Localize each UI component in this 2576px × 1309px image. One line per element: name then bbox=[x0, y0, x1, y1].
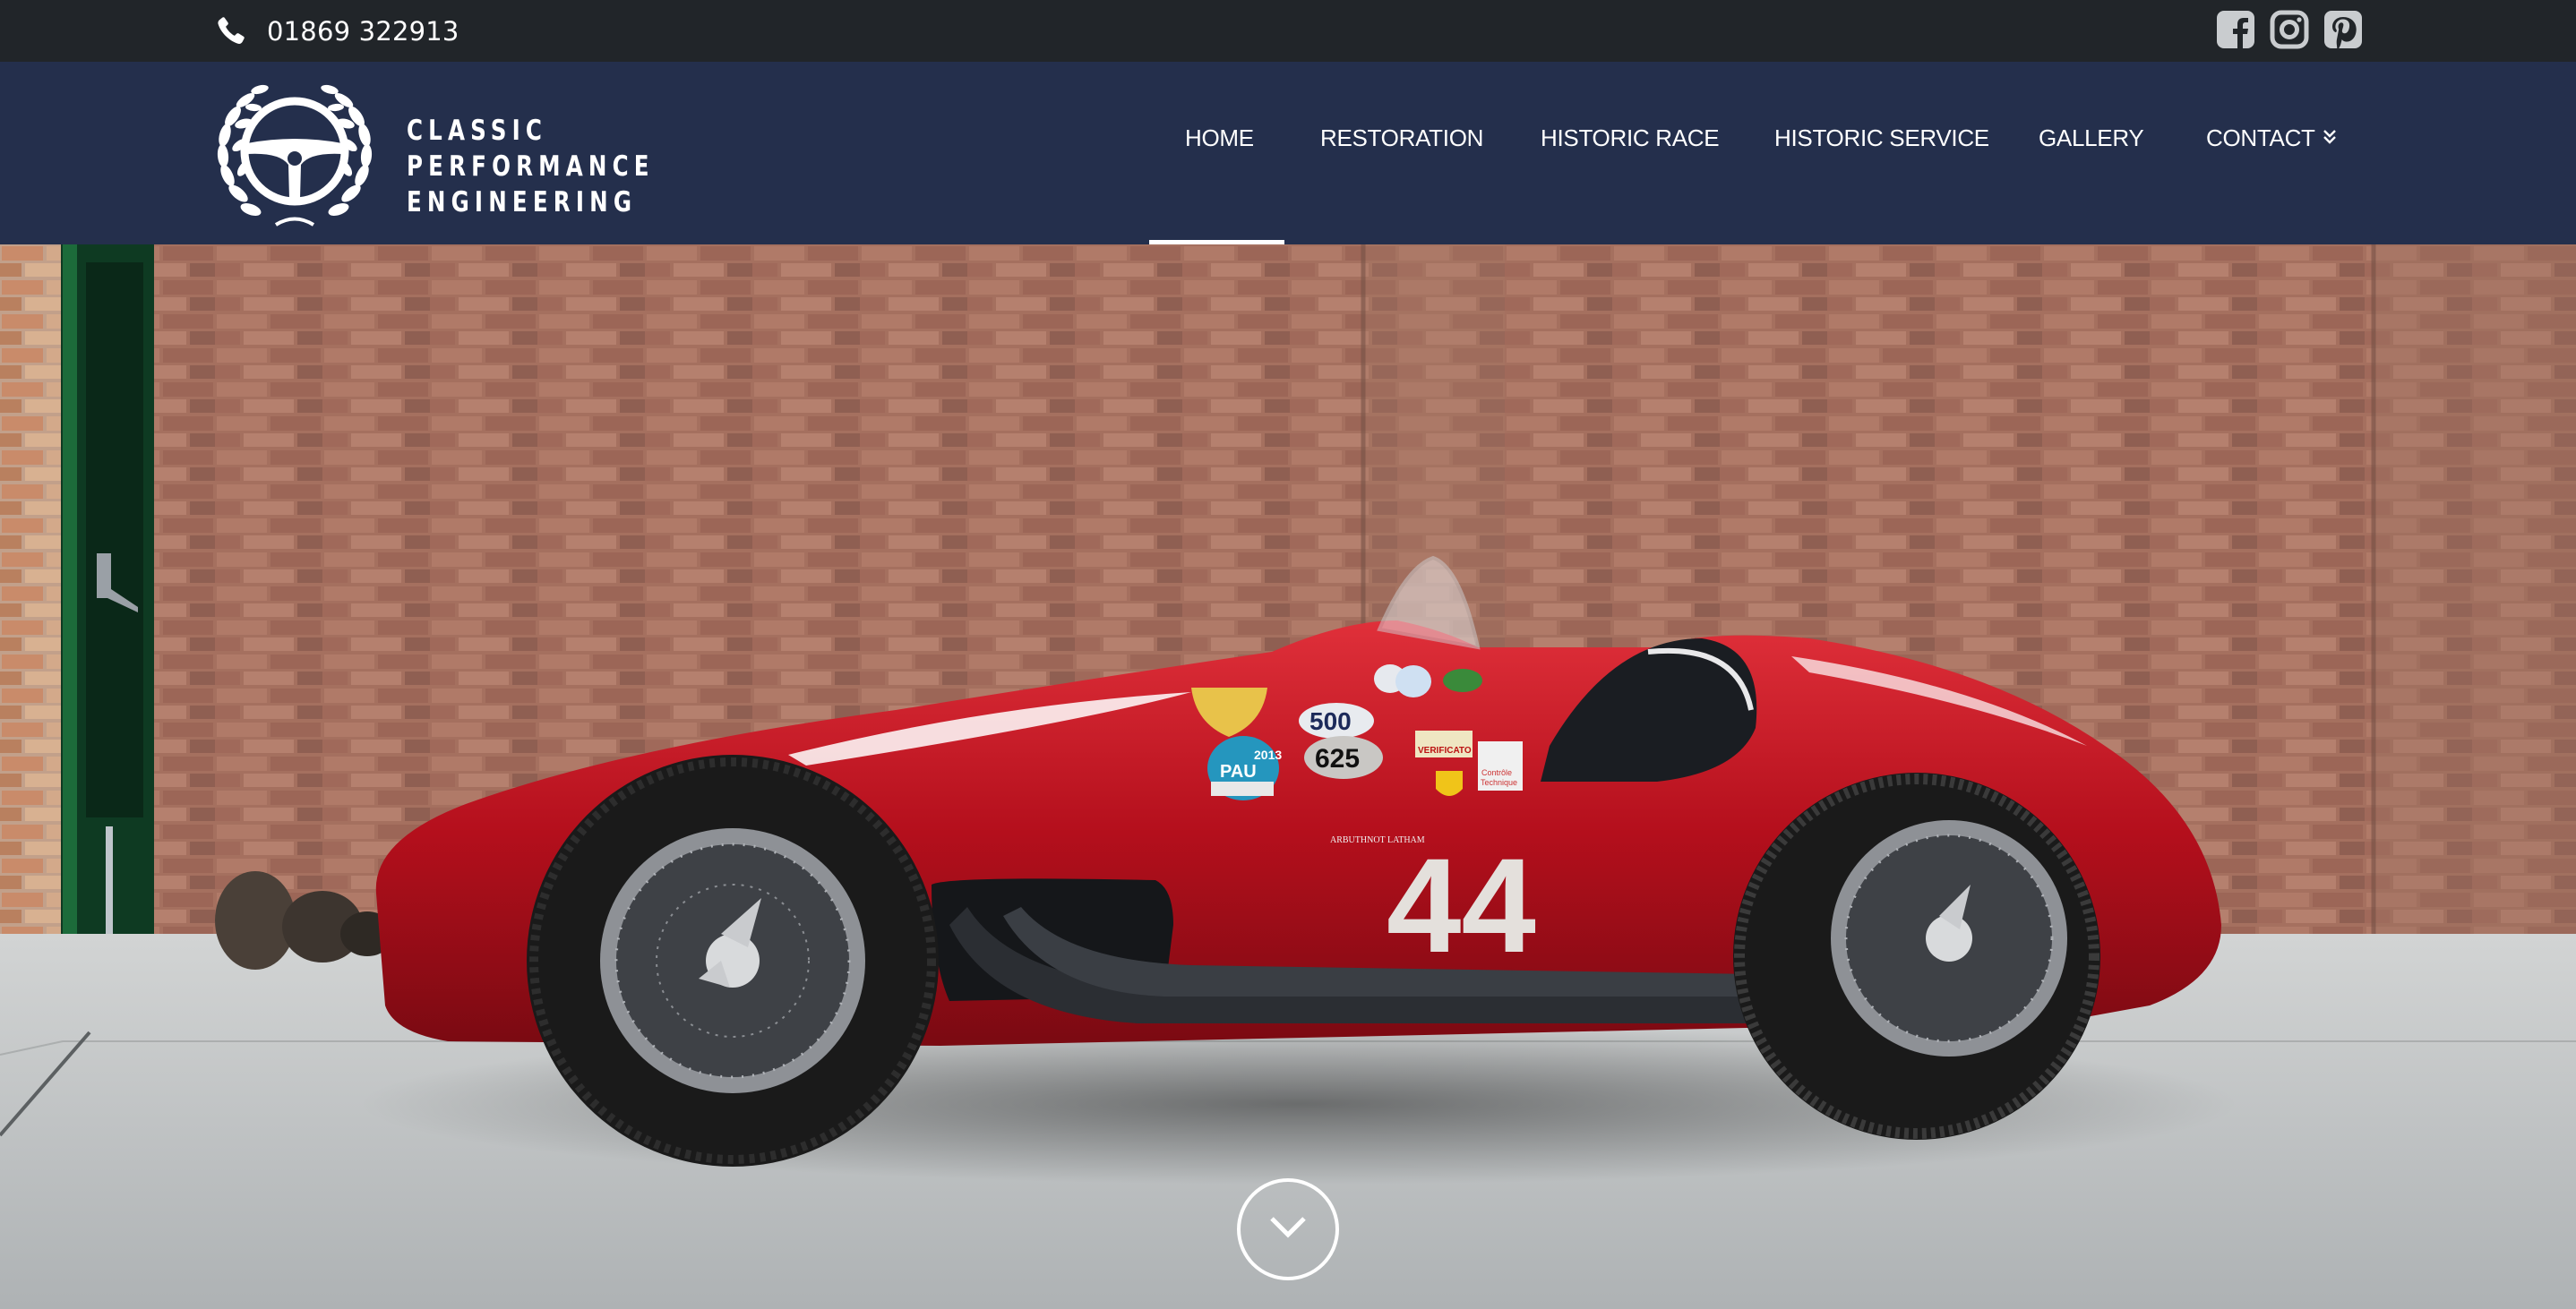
instagram-link[interactable] bbox=[2270, 10, 2309, 49]
site-logo[interactable]: CLASSIC PERFORMANCE ENGINEERING bbox=[213, 79, 649, 229]
front-wheel bbox=[527, 755, 939, 1167]
brand-line-1: CLASSIC bbox=[407, 115, 548, 147]
hero-banner: PAU 2013 500 625 VERIFICATO Contrôle Tec… bbox=[0, 244, 2576, 1309]
nav-home[interactable]: HOME bbox=[1185, 124, 1254, 152]
pinterest-link[interactable] bbox=[2323, 10, 2363, 49]
brand-line-2: PERFORMANCE bbox=[407, 150, 655, 183]
nav-contact[interactable]: CONTACT bbox=[2206, 124, 2337, 152]
phone-link[interactable]: 01869 322913 bbox=[213, 13, 459, 50]
instagram-icon bbox=[2270, 10, 2309, 49]
double-chevron-down-icon bbox=[2323, 130, 2336, 144]
top-bar: 01869 322913 bbox=[0, 0, 2576, 62]
steering-wheel-laurel-icon bbox=[217, 84, 373, 227]
nav-restoration[interactable]: RESTORATION bbox=[1320, 124, 1483, 152]
hero-image: PAU 2013 500 625 VERIFICATO Contrôle Tec… bbox=[0, 244, 2576, 1309]
car-number: 44 bbox=[1387, 830, 1536, 980]
chevron-down-icon bbox=[1270, 1217, 1306, 1238]
main-header: CLASSIC PERFORMANCE ENGINEERING HOME RES… bbox=[0, 62, 2576, 244]
sticker-verificato: VERIFICATO bbox=[1418, 746, 1472, 756]
phone-number: 01869 322913 bbox=[267, 16, 459, 47]
brand-line-3: ENGINEERING bbox=[407, 186, 638, 218]
brand-name: CLASSIC PERFORMANCE ENGINEERING bbox=[407, 113, 655, 220]
social-links bbox=[2216, 10, 2363, 49]
phone-icon bbox=[218, 17, 245, 44]
pinterest-icon bbox=[2324, 11, 2362, 49]
scroll-down-button[interactable] bbox=[1237, 1178, 1339, 1280]
sticker-controle: Contrôle bbox=[1481, 768, 1512, 777]
nav-historic-race[interactable]: HISTORIC RACE bbox=[1541, 124, 1720, 152]
nav-historic-service[interactable]: HISTORIC SERVICE bbox=[1774, 124, 1989, 152]
sticker-technique: Technique bbox=[1481, 778, 1517, 787]
facebook-icon bbox=[2217, 11, 2254, 49]
sticker-pau: PAU bbox=[1220, 762, 1257, 782]
sticker-625: 625 bbox=[1315, 744, 1360, 774]
nav-gallery[interactable]: GALLERY bbox=[2039, 124, 2144, 152]
facebook-link[interactable] bbox=[2216, 10, 2255, 49]
rear-wheel bbox=[1733, 773, 2100, 1140]
nav-contact-label: CONTACT bbox=[2206, 124, 2315, 151]
sticker-500: 500 bbox=[1309, 707, 1352, 735]
sticker-pau-year: 2013 bbox=[1254, 748, 1282, 762]
